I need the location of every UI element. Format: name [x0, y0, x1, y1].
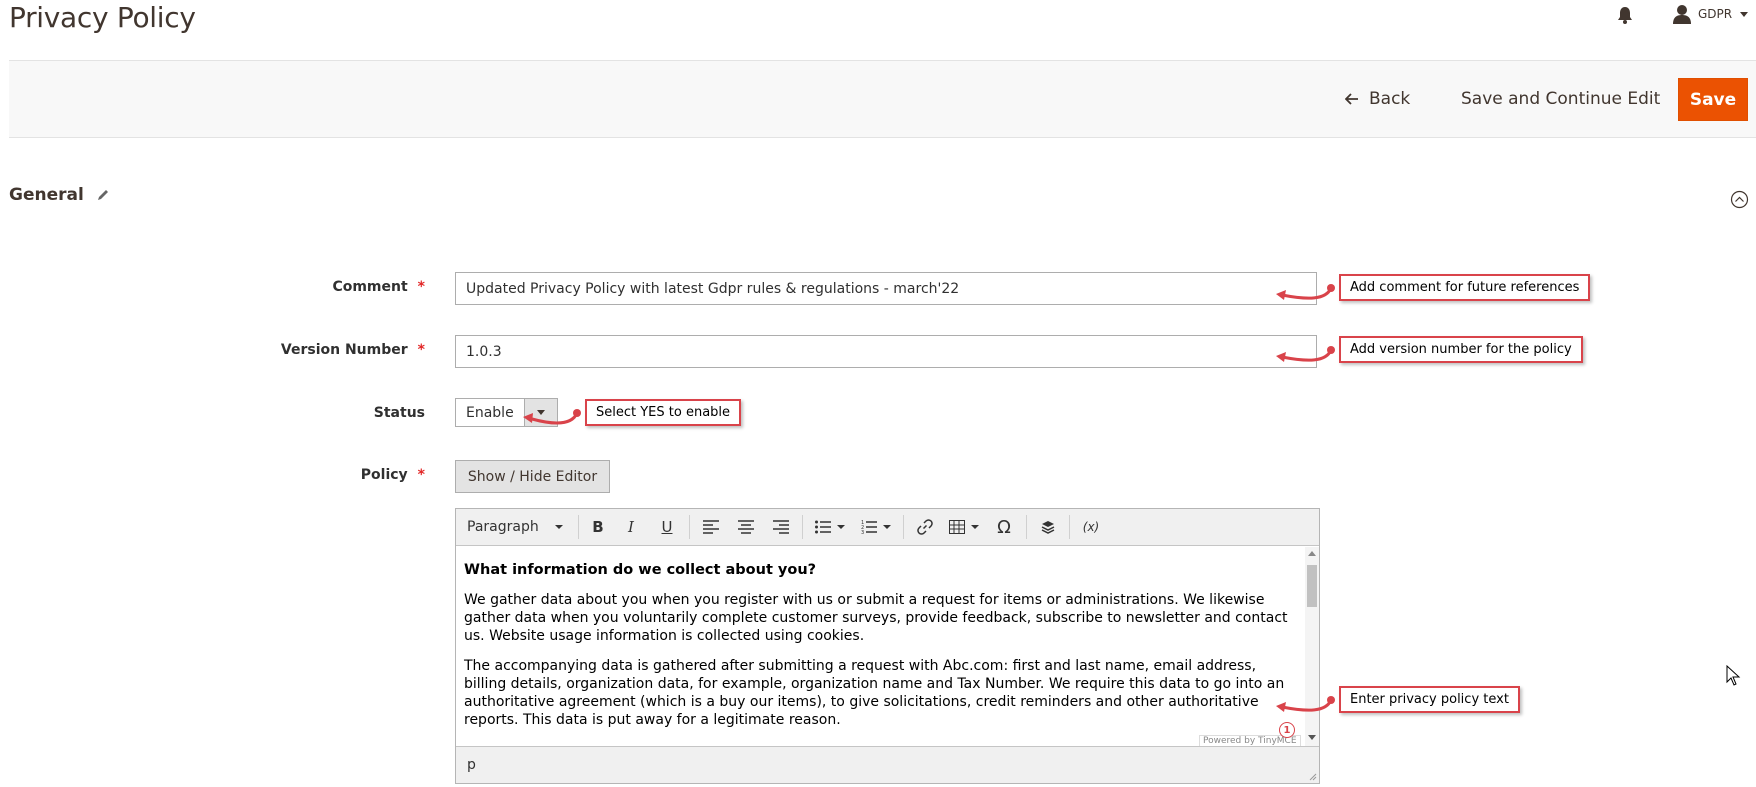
annotation-callout-comment: Add comment for future references: [1339, 274, 1591, 301]
user-icon: [1673, 5, 1691, 24]
user-name: GDPR: [1698, 7, 1733, 21]
back-label: Back: [1369, 89, 1411, 109]
bold-button[interactable]: B: [583, 513, 613, 541]
notifications-bell-icon[interactable]: [1615, 5, 1635, 25]
table-icon: [949, 520, 965, 534]
callout-arrow-icon: [1276, 284, 1335, 300]
align-left-button[interactable]: [694, 513, 728, 541]
show-hide-editor-button[interactable]: Show / Hide Editor: [455, 460, 610, 493]
svg-text:3: 3: [861, 530, 864, 534]
editor-scrollbar[interactable]: [1305, 547, 1319, 746]
editor-toolbar: Paragraph B I U 123 Ω (x): [456, 509, 1319, 546]
element-path[interactable]: p: [467, 757, 476, 773]
editor-statusbar: p: [456, 746, 1319, 783]
policy-label: Policy: [360, 467, 408, 483]
page-title: Privacy Policy: [9, 1, 196, 34]
required-marker: *: [417, 342, 425, 358]
align-left-icon: [703, 520, 719, 534]
wysiwyg-editor: Paragraph B I U 123 Ω (x) What informati…: [455, 508, 1320, 784]
resize-handle-icon[interactable]: [1309, 773, 1317, 781]
underline-button[interactable]: U: [649, 513, 685, 541]
annotation-callout-status: Select YES to enable: [585, 399, 742, 426]
status-select-value: Enable: [466, 404, 514, 421]
version-label-row: Version Number *: [125, 342, 425, 358]
callout-arrow-icon: [1276, 696, 1335, 712]
scroll-down-icon[interactable]: [1308, 735, 1316, 740]
collapse-section-icon[interactable]: [1730, 190, 1749, 209]
chevron-down-icon: [837, 525, 845, 529]
insert-variable-button[interactable]: (x): [1074, 513, 1108, 541]
status-label: Status: [373, 405, 425, 421]
editor-content[interactable]: What information do we collect about you…: [456, 547, 1301, 746]
toolbar-divider: [1069, 515, 1070, 539]
insert-link-button[interactable]: [908, 513, 942, 541]
policy-paragraph: We gather data about you when you regist…: [464, 592, 1288, 644]
required-marker: *: [417, 279, 425, 295]
save-and-continue-button[interactable]: Save and Continue Edit: [1461, 86, 1660, 112]
insert-table-button[interactable]: [942, 513, 986, 541]
toolbar-divider: [903, 515, 904, 539]
back-button[interactable]: Back: [1345, 86, 1410, 112]
bullet-list-icon: [815, 520, 831, 534]
annotation-callout-policy: Enter privacy policy text: [1339, 686, 1520, 713]
section-general-header[interactable]: General: [9, 185, 110, 205]
align-center-button[interactable]: [728, 513, 764, 541]
numbered-list-button[interactable]: 123: [853, 513, 899, 541]
align-center-icon: [738, 520, 754, 534]
chevron-down-icon: [1740, 11, 1749, 17]
comment-label-row: Comment *: [125, 279, 425, 295]
toolbar-divider: [1026, 515, 1027, 539]
chevron-down-icon: [883, 525, 891, 529]
annotation-callout-version: Add version number for the policy: [1339, 336, 1583, 363]
bullet-list-button[interactable]: [807, 513, 853, 541]
save-button[interactable]: Save: [1678, 78, 1748, 121]
required-marker: *: [417, 467, 425, 483]
arrow-left-icon: [1345, 93, 1358, 105]
toolbar-divider: [802, 515, 803, 539]
mouse-cursor-icon: [1726, 665, 1741, 686]
special-character-button[interactable]: Ω: [986, 513, 1022, 541]
comment-label: Comment: [332, 279, 408, 295]
policy-heading: What information do we collect about you…: [464, 562, 817, 578]
toolbar-divider: [689, 515, 690, 539]
toolbar-divider: [578, 515, 579, 539]
format-select-value: Paragraph: [467, 519, 539, 535]
scroll-up-icon[interactable]: [1308, 551, 1316, 556]
callout-arrow-icon: [1276, 346, 1335, 362]
policy-paragraph: The accompanying data is gathered after …: [464, 658, 1285, 728]
callout-arrow-icon: [523, 409, 581, 425]
version-label: Version Number: [280, 342, 408, 358]
chevron-down-icon: [554, 525, 563, 529]
scroll-thumb[interactable]: [1307, 565, 1317, 607]
widget-icon: [1041, 521, 1055, 534]
format-select[interactable]: Paragraph: [456, 513, 574, 541]
status-label-row: Status: [125, 405, 425, 421]
pencil-icon: [97, 190, 108, 200]
user-menu[interactable]: GDPR: [1672, 3, 1749, 25]
italic-button[interactable]: I: [613, 513, 649, 541]
section-title: General: [9, 185, 84, 205]
link-icon: [917, 519, 933, 535]
version-number-input[interactable]: 1.0.3: [455, 335, 1317, 368]
align-right-button[interactable]: [764, 513, 798, 541]
policy-label-row: Policy *: [125, 467, 425, 483]
notification-badge[interactable]: 1: [1279, 722, 1295, 738]
numbered-list-icon: 123: [861, 520, 877, 534]
comment-input[interactable]: Updated Privacy Policy with latest Gdpr …: [455, 272, 1317, 305]
chevron-down-icon: [971, 525, 979, 529]
insert-widget-button[interactable]: [1031, 513, 1065, 541]
align-right-icon: [773, 520, 789, 534]
